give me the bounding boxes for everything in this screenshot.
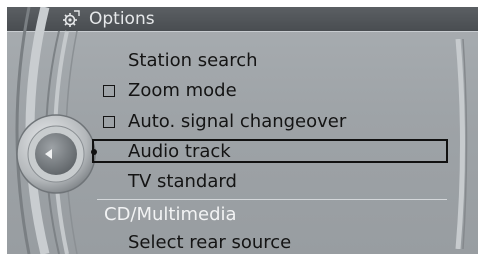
menu-item-label: Select rear source (128, 232, 292, 253)
menu-item-audio-track[interactable]: Audio track (7, 139, 478, 165)
menu-item-label: Audio track (128, 141, 231, 162)
menu-item-station-search[interactable]: Station search (7, 48, 478, 74)
checkbox[interactable] (103, 85, 115, 97)
menu-item-label: Auto. signal changeover (128, 111, 347, 132)
section-header-cd-multimedia: CD/Multimedia (7, 202, 478, 228)
menu-item-select-rear-source[interactable]: Select rear source (7, 230, 478, 254)
menu-item-auto-signal-changeover[interactable]: Auto. signal changeover (7, 109, 478, 135)
section-divider (97, 199, 447, 200)
menu-item-label: TV standard (128, 171, 237, 192)
menu-item-label: Station search (128, 50, 258, 71)
scroll-indicator[interactable] (455, 39, 469, 249)
idrive-screen: Options Station search Zoom mode Auto. s… (7, 7, 478, 254)
menu-item-tv-standard[interactable]: TV standard (7, 169, 478, 195)
checkbox[interactable] (103, 116, 115, 128)
menu-item-label: Zoom mode (128, 80, 237, 101)
menu-item-zoom-mode[interactable]: Zoom mode (7, 78, 478, 104)
section-header-label: CD/Multimedia (104, 204, 237, 225)
